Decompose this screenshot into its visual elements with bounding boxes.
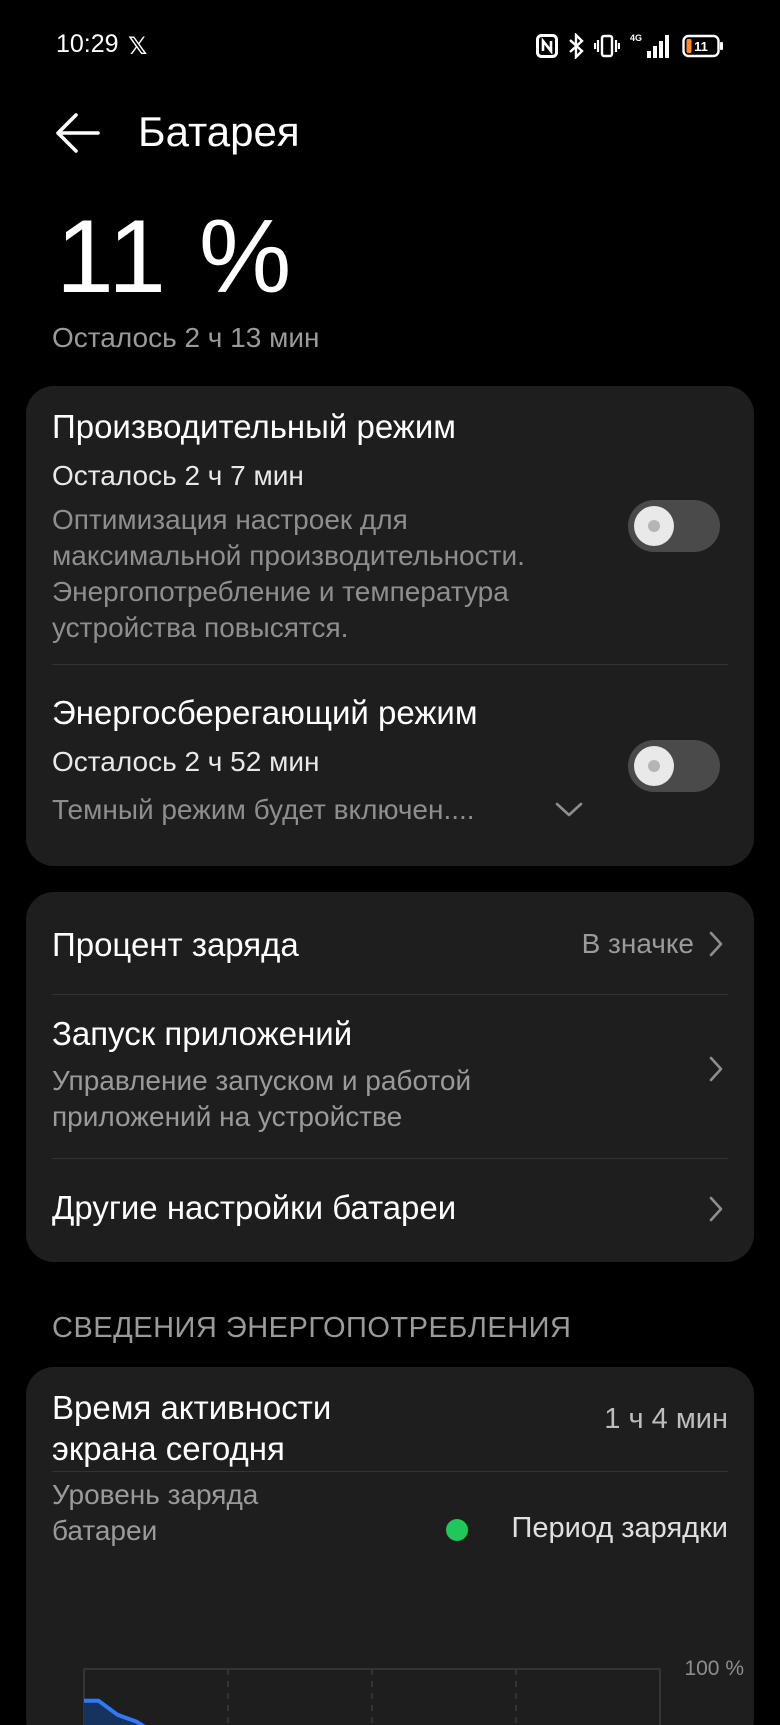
toggle-knob xyxy=(634,746,674,786)
screen-time-value: 1 ч 4 мин xyxy=(604,1403,728,1435)
charging-legend-label: Период зарядки xyxy=(511,1512,728,1544)
back-arrow-icon[interactable] xyxy=(52,108,102,158)
chevron-right-icon xyxy=(709,1056,723,1082)
usage-section-header: СВЕДЕНИЯ ЭНЕРГОПОТРЕБЛЕНИЯ xyxy=(52,1312,572,1344)
battery-area xyxy=(84,1700,142,1725)
chevron-right-icon xyxy=(709,931,723,957)
charging-legend-dot xyxy=(446,1519,468,1541)
performance-mode-description: Оптимизация настроек для максимальной пр… xyxy=(52,504,525,643)
battery-percent: 11 % xyxy=(56,199,294,315)
divider xyxy=(52,664,728,665)
y-tick-label: 100 % xyxy=(684,1657,744,1680)
status-time: 10:29 xyxy=(56,30,119,58)
charge-percent-label: Процент заряда xyxy=(52,926,299,963)
app-launch-row[interactable]: Запуск приложений Управление запуском и … xyxy=(26,995,754,1157)
usage-card: Время активности экрана сегодня 1 ч 4 ми… xyxy=(26,1367,754,1725)
performance-mode-toggle[interactable] xyxy=(628,500,720,552)
page-title: Батарея xyxy=(138,108,300,155)
charge-percent-value: В значке xyxy=(581,928,694,959)
app-launch-description: Управление запуском и работой приложений… xyxy=(52,1065,472,1132)
power-saving-mode-description: Темный режим будет включен.... xyxy=(52,794,475,825)
power-saving-mode-remaining: Осталось 2 ч 52 мин xyxy=(52,746,320,777)
other-battery-settings-label: Другие настройки батареи xyxy=(52,1189,457,1226)
battery-level-chart[interactable]: 100 %75 % xyxy=(56,1625,746,1725)
performance-mode-remaining: Осталось 2 ч 7 мин xyxy=(52,460,304,491)
battery-remaining: Осталось 2 ч 13 мин xyxy=(52,322,320,353)
power-saving-mode-title: Энергосберегающий режим xyxy=(52,694,478,731)
status-bar: 10:29 𝕏 4G 11 xyxy=(0,0,780,92)
battery-level-label: Уровень заряда батареи xyxy=(52,1479,259,1546)
toggle-knob xyxy=(634,506,674,546)
app-launch-label: Запуск приложений xyxy=(52,1015,353,1052)
performance-mode-title: Производительный режим xyxy=(52,408,456,445)
power-saving-mode-toggle[interactable] xyxy=(628,740,720,792)
divider xyxy=(52,1471,728,1472)
network-type: 4G xyxy=(630,33,642,43)
nfc-icon xyxy=(536,34,558,58)
status-icons: 4G 11 xyxy=(536,32,724,60)
settings-card: Процент заряда В значке Запуск приложени… xyxy=(26,892,754,1262)
modes-card: Производительный режим Осталось 2 ч 7 ми… xyxy=(26,386,754,866)
expand-chevron-down-icon[interactable] xyxy=(554,800,584,820)
bluetooth-icon xyxy=(569,33,584,59)
x-app-icon: 𝕏 xyxy=(128,33,148,60)
battery-level-text: 11 xyxy=(694,39,708,54)
signal-icon: 4G xyxy=(630,33,669,58)
vibrate-icon xyxy=(594,34,620,58)
screen-time-label: Время активности экрана сегодня xyxy=(52,1389,332,1467)
battery-icon: 11 xyxy=(682,34,723,58)
other-battery-settings-row[interactable]: Другие настройки батареи xyxy=(26,1159,754,1262)
charge-percent-row[interactable]: Процент заряда В значке xyxy=(26,892,754,994)
chevron-right-icon xyxy=(709,1196,723,1222)
